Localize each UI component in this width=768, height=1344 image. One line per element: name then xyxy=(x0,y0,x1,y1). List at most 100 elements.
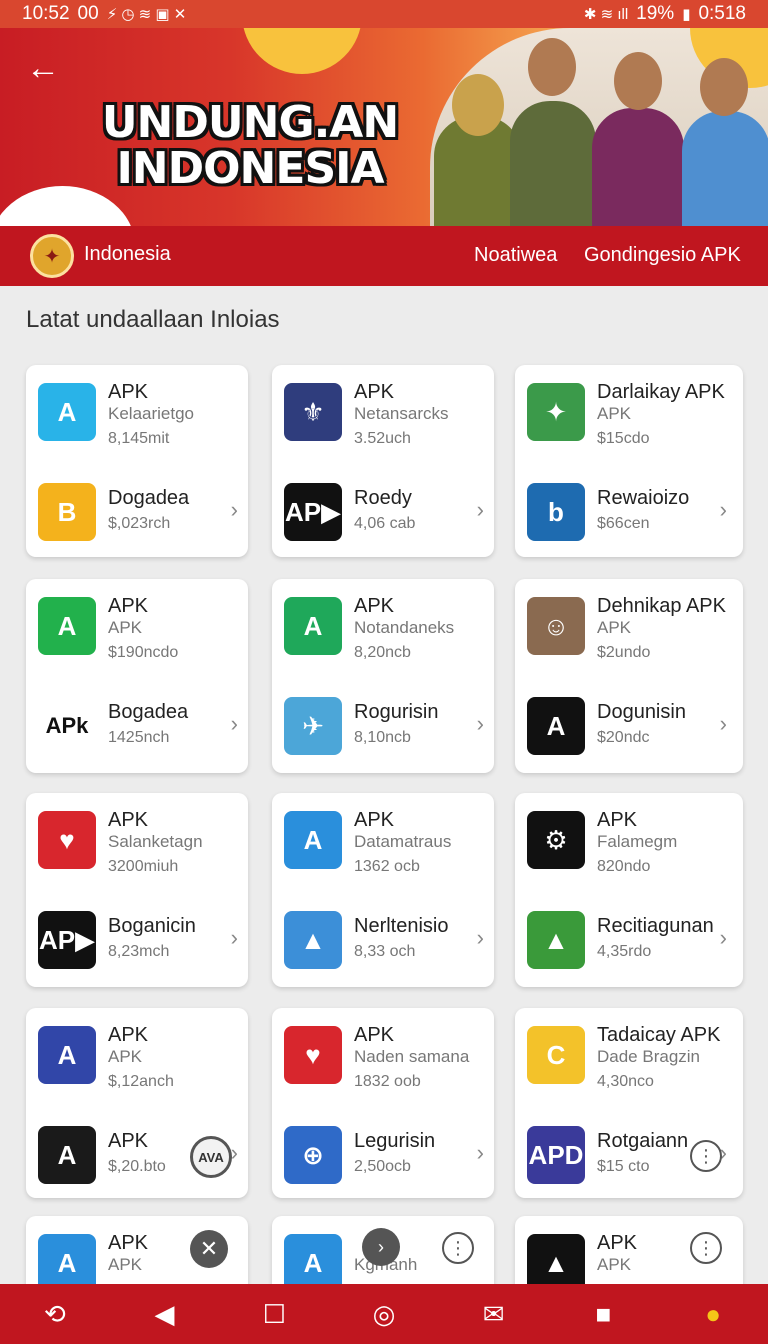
app-card[interactable]: ♥ APK Naden samana 1832 oob ⊕ Legurisin 2,50oc… xyxy=(272,1008,494,1198)
app-row[interactable]: A APK Kelaarietgo 8,145mit xyxy=(38,377,238,453)
chevron-right-icon[interactable]: › xyxy=(720,925,727,951)
app-icon: AP▶ xyxy=(284,483,342,541)
app-name: APK xyxy=(354,595,395,617)
app-icon: ♥ xyxy=(38,811,96,869)
app-name: Boganicin xyxy=(108,915,196,937)
more-vertical-icon[interactable]: ⋮ xyxy=(690,1140,722,1172)
app-row[interactable]: A Dogunisin $20ndc › xyxy=(527,691,727,767)
app-row[interactable]: ✈ Rogurisin 8,10ncb › xyxy=(284,691,484,767)
ava-badge[interactable]: AVA xyxy=(190,1136,232,1178)
app-icon: A xyxy=(38,597,96,655)
app-row[interactable]: ☺ Dehnikap APK APK $2undo xyxy=(527,591,727,667)
back-icon[interactable]: ◀ xyxy=(141,1290,189,1338)
app-subtitle: Kelaarietgo xyxy=(108,404,195,423)
app-size: 3.52uch xyxy=(354,430,411,447)
app-row[interactable]: ♥ APK Salanketagn 3200miuh xyxy=(38,805,238,881)
chevron-right-icon[interactable]: › xyxy=(477,1140,484,1166)
more-vertical-icon[interactable]: ⋮ xyxy=(690,1232,722,1264)
app-card[interactable]: A APK Datamatraus 1362 ocb ▲ Nerltenisio 8,33 … xyxy=(272,793,494,987)
app-card[interactable]: ☺ Dehnikap APK APK $2undo A Dogunisin $20ndc › xyxy=(515,579,743,773)
app-row[interactable]: ✦ Darlaikay APK APK $15cdo xyxy=(527,377,727,453)
chevron-right-icon[interactable]: › xyxy=(477,711,484,737)
app-icon: AP▶ xyxy=(38,911,96,969)
app-name: APK xyxy=(108,1024,149,1046)
app-subtitle: Dade Bragzin xyxy=(597,1047,701,1066)
app-name: APK xyxy=(108,1130,149,1152)
app-row[interactable]: A APK Notandaneks 8,20ncb xyxy=(284,591,484,667)
app-card[interactable]: A APK APK $190ncdo APk Bogadea 1425nch › xyxy=(26,579,248,773)
app-name: APK xyxy=(354,381,395,403)
app-subtitle: APK xyxy=(108,1255,143,1274)
app-card[interactable]: ⚙ APK Falamegm 820ndo ▲ Recitiagunan 4,35rdo › xyxy=(515,793,743,987)
app-subtitle: Salanketagn xyxy=(108,832,203,851)
chevron-right-icon[interactable]: › xyxy=(720,711,727,737)
app-row[interactable]: A APK APK $,12anch xyxy=(38,1020,238,1096)
app-card[interactable]: ✦ Darlaikay APK APK $15cdo b Rewaioizo $66cen › xyxy=(515,365,743,557)
app-subtitle: Datamatraus xyxy=(354,832,452,851)
app-size: 1425nch xyxy=(108,729,170,746)
app-row[interactable]: AP▶ Boganicin 8,23mch › xyxy=(38,905,238,981)
app-name: Dehnikap APK xyxy=(597,595,726,617)
app-size: $2undo xyxy=(597,644,651,661)
app-name: APK xyxy=(108,381,149,403)
app-name: Rotgaiann xyxy=(597,1130,689,1152)
app-row[interactable]: b Rewaioizo $66cen › xyxy=(527,477,727,553)
home-icon[interactable]: ◎ xyxy=(360,1290,408,1338)
app-row[interactable]: ⚜ APK Netansarcks 3.52uch xyxy=(284,377,484,453)
app-row[interactable]: APk Bogadea 1425nch › xyxy=(38,691,238,767)
app-size: $20ndc xyxy=(597,729,650,746)
app-icon: ⚙ xyxy=(527,811,585,869)
app-subtitle: APK xyxy=(597,618,632,637)
chevron-right-icon[interactable]: › xyxy=(477,497,484,523)
square-icon[interactable]: ☐ xyxy=(250,1290,298,1338)
app-size: 8,145mit xyxy=(108,430,170,447)
close-icon[interactable]: ✕ xyxy=(190,1230,228,1268)
app-icon: ☺ xyxy=(527,597,585,655)
app-size: 8,23mch xyxy=(108,943,170,960)
app-row[interactable]: C Tadaicay APK Dade Bragzin 4,30nco xyxy=(527,1020,727,1096)
app-name: APK xyxy=(354,809,395,831)
app-icon: APD xyxy=(527,1126,585,1184)
chevron-right-icon[interactable]: › xyxy=(720,497,727,523)
chevron-right-icon[interactable]: › xyxy=(231,497,238,523)
app-row[interactable]: ♥ APK Naden samana 1832 oob xyxy=(284,1020,484,1096)
mail-icon[interactable]: ✉ xyxy=(470,1290,518,1338)
app-icon: C xyxy=(527,1026,585,1084)
app-card[interactable]: ⚜ APK Netansarcks 3.52uch AP▶ Roedy 4,06 cab › xyxy=(272,365,494,557)
app-name: Darlaikay APK xyxy=(597,381,725,403)
app-card[interactable]: A APK Kelaarietgo 8,145mit B Dogadea $,023rch › xyxy=(26,365,248,557)
app-name: Roedy xyxy=(354,487,412,509)
more-vertical-icon[interactable]: ⋮ xyxy=(442,1232,474,1264)
chevron-right-icon[interactable]: › xyxy=(477,925,484,951)
app-icon: ⊕ xyxy=(284,1126,342,1184)
app-name: Nerltenisio xyxy=(354,915,449,937)
app-row[interactable]: A APK Datamatraus 1362 ocb xyxy=(284,805,484,881)
app-name: Dogadea xyxy=(108,487,190,509)
app-subtitle: Naden samana xyxy=(354,1047,470,1066)
app-icon: A xyxy=(38,1026,96,1084)
chevron-right-icon[interactable]: › xyxy=(231,711,238,737)
app-row[interactable]: ▲ Nerltenisio 8,33 och › xyxy=(284,905,484,981)
app-size: 8,10ncb xyxy=(354,729,411,746)
sync-icon[interactable]: ⟲ xyxy=(31,1290,79,1338)
app-size: $,023rch xyxy=(108,515,171,532)
app-size: 820ndo xyxy=(597,858,651,875)
app-size: $,20.bto xyxy=(108,1158,166,1175)
app-row[interactable]: ⊕ Legurisin 2,50ocb › xyxy=(284,1120,484,1196)
app-size: $66cen xyxy=(597,515,650,532)
app-row[interactable]: B Dogadea $,023rch › xyxy=(38,477,238,553)
app-size: $15 cto xyxy=(597,1158,650,1175)
next-circle-icon[interactable]: › xyxy=(362,1228,400,1266)
app-name: Rogurisin xyxy=(354,701,439,723)
app-size: 2,50ocb xyxy=(354,1158,411,1175)
stop-icon[interactable]: ■ xyxy=(579,1290,627,1338)
app-row[interactable]: ▲ Recitiagunan 4,35rdo › xyxy=(527,905,727,981)
app-row[interactable]: ⚙ APK Falamegm 820ndo xyxy=(527,805,727,881)
app-row[interactable]: A APK APK $190ncdo xyxy=(38,591,238,667)
app-card[interactable]: ♥ APK Salanketagn 3200miuh AP▶ Boganicin 8,23m… xyxy=(26,793,248,987)
app-size: 3200miuh xyxy=(108,858,179,875)
chevron-right-icon[interactable]: › xyxy=(231,925,238,951)
app-row[interactable]: AP▶ Roedy 4,06 cab › xyxy=(284,477,484,553)
app-card[interactable]: A APK Notandaneks 8,20ncb ✈ Rogurisin 8,10ncb › xyxy=(272,579,494,773)
person-icon[interactable]: ● xyxy=(689,1290,737,1338)
